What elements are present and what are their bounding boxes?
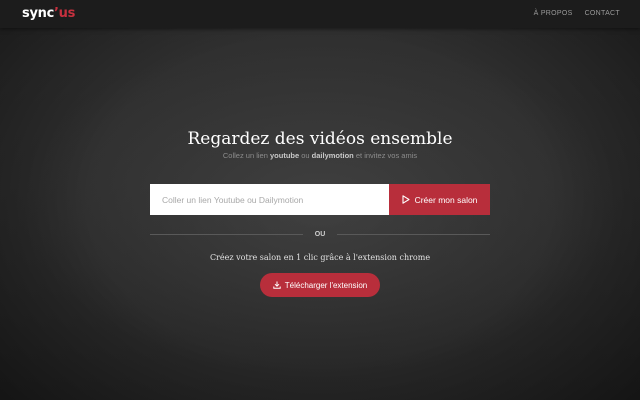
extension-text: Créez votre salon en 1 clic grâce à l'ex… <box>209 253 431 262</box>
site-logo[interactable]: sync’us <box>22 6 75 22</box>
subtitle-youtube: youtube <box>269 151 300 160</box>
logo-accent-text: ’us <box>53 6 76 21</box>
nav-link-about[interactable]: À PROPOS <box>534 9 573 19</box>
download-extension-button-label: Télécharger l'extension <box>284 280 368 290</box>
create-room-button[interactable]: Créer mon salon <box>389 184 490 215</box>
top-nav: À PROPOS CONTACT <box>534 9 620 19</box>
separator-line-right <box>337 234 490 235</box>
hero-subtitle: Collez un lien youtube ou dailymotion et… <box>0 151 640 161</box>
nav-link-contact[interactable]: CONTACT <box>585 9 620 19</box>
create-room-button-label: Créer mon salon <box>414 194 478 205</box>
separator-label: OU <box>314 231 326 238</box>
subtitle-dailymotion: dailymotion <box>311 151 354 160</box>
play-icon <box>402 195 410 204</box>
subtitle-text-1: Collez un lien <box>222 151 270 160</box>
subtitle-text-3: et invitez vos amis <box>353 151 418 160</box>
download-icon <box>273 281 281 289</box>
separator-line-left <box>150 234 303 235</box>
subtitle-text-2: ou <box>299 151 312 160</box>
hero-title: Regardez des vidéos ensemble <box>187 129 453 149</box>
video-url-input[interactable] <box>150 184 389 215</box>
create-room-form: Créer mon salon <box>150 184 490 215</box>
download-extension-button[interactable]: Télécharger l'extension <box>260 273 380 297</box>
top-bar: sync’us À PROPOS CONTACT <box>0 0 640 28</box>
logo-main-text: sync <box>22 6 54 21</box>
